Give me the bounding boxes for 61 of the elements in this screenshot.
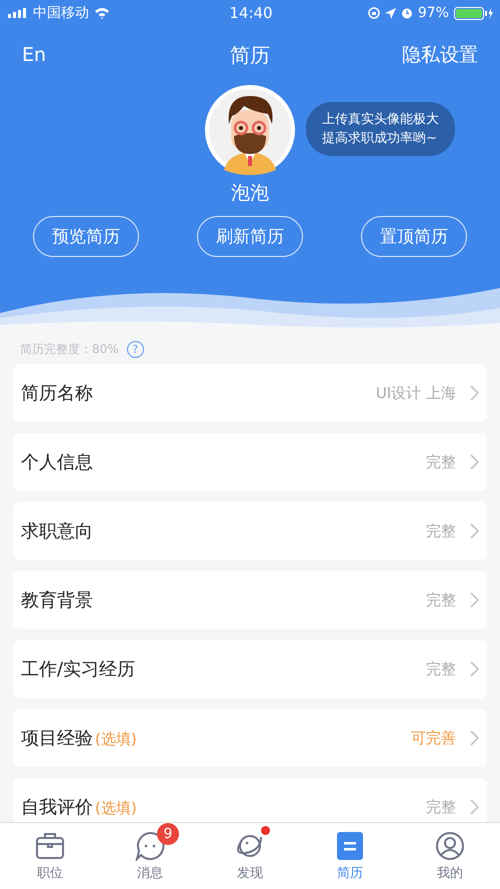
tab-item[interactable]: 简历: [300, 823, 400, 889]
tab-item[interactable]: 发现: [200, 823, 300, 889]
section-title: 个人信息: [21, 451, 93, 474]
tab-item[interactable]: 9 消息: [100, 823, 200, 889]
chevron-right-icon: [470, 799, 479, 815]
location-icon: [384, 8, 396, 18]
action-button[interactable]: 预览简历: [33, 216, 139, 257]
clock-time: 14:40: [229, 4, 273, 22]
section-status: 完整: [426, 522, 456, 540]
section-title: 自我评价: [21, 796, 93, 819]
completeness-text: 简历完整度：80%: [20, 341, 119, 358]
optional-tag: (选填): [95, 730, 137, 749]
alarm-icon: [400, 7, 413, 19]
section-title: 工作/实习经历: [21, 658, 136, 681]
battery-icon: [454, 6, 494, 20]
resume-section-item[interactable]: 工作/实习经历 完整: [13, 640, 487, 698]
resume-section-item[interactable]: 个人信息 完整: [13, 433, 487, 491]
user-name: 泡泡: [231, 181, 269, 206]
resume-section-item[interactable]: 简历名称 UI设计 上海: [13, 364, 487, 422]
user-icon: [435, 830, 465, 860]
section-title: 简历名称: [21, 382, 93, 405]
optional-tag: (选填): [95, 799, 137, 818]
document-icon: [337, 832, 363, 860]
battery-percent: 97%: [418, 5, 449, 21]
language-button[interactable]: En: [22, 44, 46, 66]
action-button[interactable]: 刷新简历: [197, 216, 303, 257]
tab-item[interactable]: 我的: [400, 823, 500, 889]
avatar-drawing[interactable]: [204, 84, 296, 176]
resume-section-item[interactable]: 求职意向 完整: [13, 502, 487, 560]
section-title: 教育背景: [21, 589, 93, 612]
resume-section-item[interactable]: 项目经验(选填) 可完善: [13, 709, 487, 767]
resume-section-item[interactable]: 自我评价(选填) 完整: [13, 778, 487, 822]
chevron-right-icon: [470, 523, 479, 539]
tip-text: 上传真实头像能极大: [322, 111, 439, 129]
carrier-name: 中国移动: [33, 4, 89, 22]
section-title: 项目经验: [21, 727, 93, 750]
tip-text: 提高求职成功率哟~: [322, 130, 438, 148]
chevron-right-icon: [470, 592, 479, 608]
chevron-right-icon: [470, 385, 479, 401]
section-title: 求职意向: [21, 520, 93, 543]
section-status: 完整: [426, 660, 456, 678]
section-status: UI设计 上海: [376, 384, 456, 402]
wifi-icon: [94, 7, 110, 19]
help-icon[interactable]: ?: [126, 341, 144, 358]
page-title: 简历: [230, 42, 270, 68]
section-status: 完整: [426, 590, 456, 610]
action-button[interactable]: 置顶简历: [361, 216, 467, 257]
chevron-right-icon: [470, 454, 479, 470]
privacy-settings-button[interactable]: 隐私设置: [402, 42, 478, 68]
rotation-lock-icon: [368, 7, 380, 19]
chevron-right-icon: [470, 661, 479, 677]
section-status: 完整: [426, 452, 456, 472]
chat-bubble-icon: [135, 830, 165, 860]
section-status: 完整: [426, 798, 456, 816]
section-status: 可完善: [411, 728, 456, 748]
chevron-right-icon: [470, 730, 479, 746]
unread-badge: 9: [157, 822, 179, 844]
resume-section-item[interactable]: 教育背景 完整: [13, 571, 487, 629]
tab-item[interactable]: 职位: [0, 823, 100, 889]
briefcase-icon: [35, 832, 65, 860]
signal-icon: [8, 8, 28, 18]
